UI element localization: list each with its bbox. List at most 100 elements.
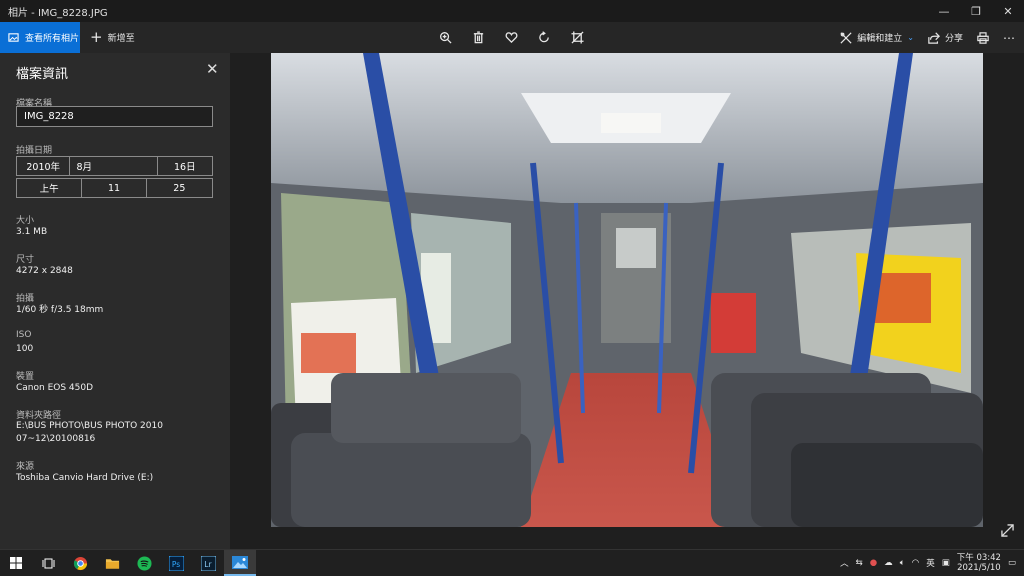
task-view-button[interactable] xyxy=(32,550,64,576)
shot-value: 1/60 秒 f/3.5 18mm xyxy=(16,305,104,315)
fullscreen-button[interactable] xyxy=(1001,522,1014,541)
source-value: Toshiba Canvio Hard Drive (E:) xyxy=(16,473,154,483)
photo-tools xyxy=(436,22,587,53)
spotify-icon xyxy=(136,555,152,571)
favorite-button[interactable] xyxy=(502,28,521,47)
photos-app-icon xyxy=(232,555,248,569)
dimensions-label: 尺寸 xyxy=(16,255,35,265)
folder-value-line1[interactable]: E:\BUS PHOTO\BUS PHOTO 2010 xyxy=(16,420,216,432)
keyboard-icon[interactable]: ▣ xyxy=(942,558,950,568)
maximize-button[interactable]: ❐ xyxy=(960,0,992,22)
time-hour[interactable]: 11 xyxy=(82,179,147,197)
clock[interactable]: 下午 03:42 2021/5/10 xyxy=(957,553,1001,573)
chrome-icon xyxy=(73,556,87,570)
trash-icon xyxy=(473,31,484,44)
share-label: 分享 xyxy=(944,34,963,44)
edit-create-icon xyxy=(840,31,852,44)
minimize-button[interactable]: — xyxy=(928,0,960,22)
panel-title: 檔案資訊 xyxy=(16,67,69,82)
system-tray: ︿ ⇆ ● ☁ 🔈︎ ◠ 英 ▣ 下午 03:42 2021/5/10 ▭ xyxy=(840,550,1024,576)
taskbar-spotify[interactable] xyxy=(128,550,160,576)
close-panel-button[interactable]: ✕ xyxy=(206,62,219,77)
crop-icon xyxy=(571,31,584,44)
add-to-button[interactable]: + 新增至 xyxy=(80,30,135,45)
file-name-field[interactable]: IMG_8228 xyxy=(16,106,213,127)
photo-icon xyxy=(8,33,19,42)
close-window-button[interactable]: ✕ xyxy=(992,0,1024,22)
right-tools: 編輯和建立 ⌄ 分享 ⋯ xyxy=(840,22,1016,53)
share-icon xyxy=(928,31,940,44)
taskbar-photoshop[interactable]: Ps xyxy=(160,550,192,576)
view-all-label: 查看所有相片 xyxy=(25,34,80,44)
title-bar: 相片 - IMG_8228.JPG — ❐ ✕ xyxy=(0,0,1024,22)
volume-icon[interactable]: 🔈︎ xyxy=(900,558,905,568)
folder-value-line2[interactable]: 07~12\20100816 xyxy=(16,433,216,445)
time-ampm[interactable]: 上午 xyxy=(17,179,83,197)
device-label: 裝置 xyxy=(16,372,35,382)
print-button[interactable] xyxy=(977,31,989,44)
start-button[interactable] xyxy=(0,550,32,576)
more-icon: ⋯ xyxy=(1003,30,1016,45)
windows-logo-icon xyxy=(10,557,22,569)
file-info-panel: 檔案資訊 ✕ 檔案名稱 IMG_8228 拍攝日期 2010年 8月 16日 上… xyxy=(0,53,230,549)
time-picker[interactable]: 上午 11 25 xyxy=(16,178,213,198)
time-minute[interactable]: 25 xyxy=(147,179,212,197)
antivirus-icon[interactable]: ● xyxy=(870,558,877,568)
dimensions-value: 4272 x 2848 xyxy=(16,266,73,276)
bus-interior-photo[interactable] xyxy=(271,53,983,527)
zoom-in-icon xyxy=(440,32,452,44)
chevron-up-icon[interactable]: ︿ xyxy=(840,557,849,569)
window-title: 相片 - IMG_8228.JPG xyxy=(8,7,108,19)
svg-text:Ps: Ps xyxy=(171,559,179,568)
heart-icon xyxy=(505,32,518,44)
photo-viewer xyxy=(230,53,1024,549)
date-year[interactable]: 2010年 xyxy=(17,157,71,175)
notification-icon[interactable]: ▭ xyxy=(1008,558,1016,568)
date-picker[interactable]: 2010年 8月 16日 xyxy=(16,156,213,176)
more-button[interactable]: ⋯ xyxy=(1003,31,1016,45)
lightroom-icon: Lr xyxy=(200,555,216,571)
printer-icon xyxy=(977,31,989,44)
taskbar-lightroom[interactable]: Lr xyxy=(192,550,224,576)
task-view-icon xyxy=(42,558,54,568)
edit-create-button[interactable]: 編輯和建立 ⌄ xyxy=(840,31,914,44)
device-value: Canon EOS 450D xyxy=(16,383,94,393)
iso-value: 100 xyxy=(16,344,34,354)
expand-icon xyxy=(1001,524,1014,537)
date-day[interactable]: 16日 xyxy=(158,157,212,175)
taskbar-photos-app[interactable] xyxy=(224,550,256,576)
source-label: 來源 xyxy=(16,462,35,472)
clock-time: 下午 03:42 xyxy=(956,553,1001,563)
edit-create-label: 編輯和建立 xyxy=(857,34,903,44)
date-month[interactable]: 8月 xyxy=(70,157,158,175)
folder-icon xyxy=(105,558,119,569)
zoom-button[interactable] xyxy=(436,28,455,47)
cloud-icon[interactable]: ☁ xyxy=(884,558,893,568)
app-toolbar: 查看所有相片 + 新增至 編輯和建立 ⌄ 分享 ⋯ xyxy=(0,22,1024,53)
share-button[interactable]: 分享 xyxy=(928,31,963,44)
close-icon: ✕ xyxy=(206,60,219,78)
clock-date: 2021/5/10 xyxy=(957,563,1001,573)
wifi-icon[interactable]: ◠ xyxy=(912,558,919,568)
add-to-label: 新增至 xyxy=(107,34,135,44)
plus-icon: + xyxy=(90,28,103,46)
view-all-photos-button[interactable]: 查看所有相片 xyxy=(0,22,80,53)
rotate-button[interactable] xyxy=(535,28,554,47)
delete-button[interactable] xyxy=(469,28,488,47)
photo-illustration xyxy=(271,53,983,527)
iso-label: ISO xyxy=(16,330,32,340)
svg-text:Lr: Lr xyxy=(204,559,212,568)
rotate-icon xyxy=(539,31,549,43)
network-adapter-icon[interactable]: ⇆ xyxy=(856,558,863,568)
taskbar-chrome[interactable] xyxy=(64,550,96,576)
crop-button[interactable] xyxy=(568,28,587,47)
size-value: 3.1 MB xyxy=(16,227,48,237)
input-method[interactable]: 英 xyxy=(926,557,935,569)
size-label: 大小 xyxy=(16,216,35,226)
shot-label: 拍攝 xyxy=(16,294,35,304)
date-label: 拍攝日期 xyxy=(16,146,53,156)
chevron-down-icon: ⌄ xyxy=(907,33,914,42)
taskbar-file-explorer[interactable] xyxy=(96,550,128,576)
photoshop-icon: Ps xyxy=(168,555,184,571)
windows-taskbar: Ps Lr ︿ ⇆ ● ☁ 🔈︎ ◠ 英 ▣ 下午 03:42 2021/5/1… xyxy=(0,549,1024,576)
